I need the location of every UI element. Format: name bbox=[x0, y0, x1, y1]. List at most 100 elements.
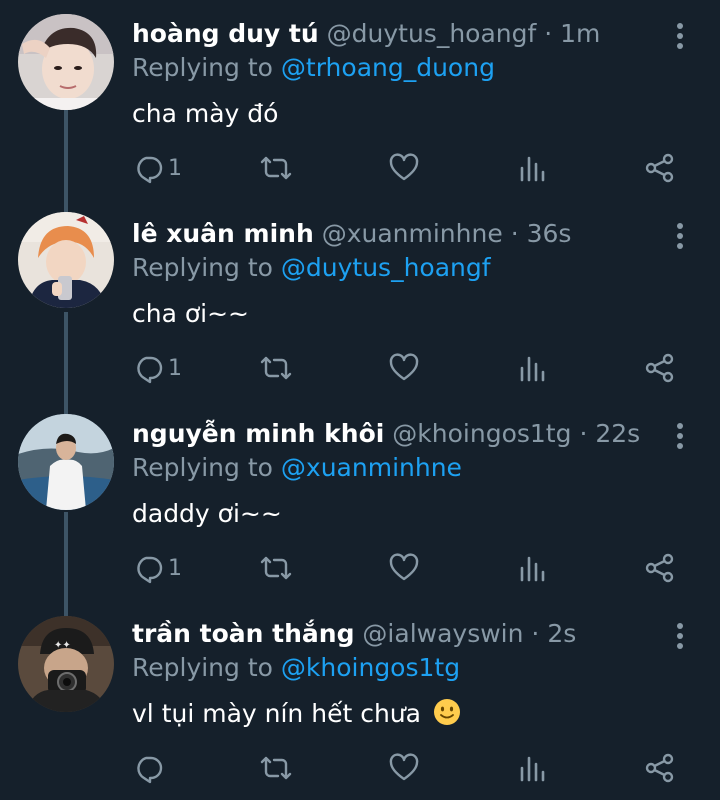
reply-count: 1 bbox=[168, 155, 182, 181]
analytics-icon bbox=[520, 156, 545, 182]
share-icon bbox=[645, 753, 674, 783]
retweet-icon bbox=[260, 756, 292, 780]
reply-icon bbox=[137, 156, 163, 184]
retweet-icon bbox=[260, 356, 292, 380]
retweet-icon bbox=[260, 156, 292, 180]
analytics-button[interactable] bbox=[518, 350, 546, 386]
replying-to-label: Replying to bbox=[132, 253, 273, 282]
replying-to-label: Replying to bbox=[132, 453, 273, 482]
mention-link[interactable]: @xuanminhne bbox=[281, 453, 462, 482]
share-button[interactable] bbox=[644, 550, 676, 586]
tweet-header: lê xuân minh @xuanminhne · 36s bbox=[132, 218, 660, 250]
like-button[interactable] bbox=[388, 150, 420, 186]
avatar-photo-icon: ✦✦ bbox=[18, 616, 114, 712]
action-bar bbox=[0, 750, 720, 786]
dot-separator: · bbox=[510, 219, 519, 248]
display-name[interactable]: hoàng duy tú bbox=[132, 19, 319, 48]
timestamp[interactable]: 36s bbox=[527, 219, 572, 248]
avatar[interactable] bbox=[18, 212, 114, 308]
analytics-button[interactable] bbox=[518, 750, 546, 786]
action-bar: 1 bbox=[0, 550, 720, 586]
more-options-icon[interactable] bbox=[668, 620, 692, 652]
replying-to-label: Replying to bbox=[132, 653, 273, 682]
reply-button[interactable]: 1 bbox=[132, 550, 182, 586]
display-name[interactable]: trần toàn thắng bbox=[132, 619, 354, 648]
timestamp[interactable]: 2s bbox=[547, 619, 576, 648]
replying-to: Replying to @khoingos1tg bbox=[132, 652, 460, 684]
retweet-button[interactable] bbox=[258, 750, 294, 786]
display-name[interactable]: lê xuân minh bbox=[132, 219, 314, 248]
tweet[interactable]: hoàng duy tú @duytus_hoangf · 1m Replyin… bbox=[0, 0, 720, 200]
like-button[interactable] bbox=[388, 550, 420, 586]
reply-count: 1 bbox=[168, 555, 182, 581]
reply-icon bbox=[137, 556, 163, 584]
user-handle[interactable]: @xuanminhne bbox=[322, 219, 503, 248]
more-options-icon[interactable] bbox=[668, 420, 692, 452]
dot-separator: · bbox=[544, 19, 553, 48]
reply-icon bbox=[137, 356, 163, 384]
share-icon bbox=[645, 553, 674, 583]
reply-button[interactable]: 1 bbox=[132, 150, 182, 186]
timestamp[interactable]: 22s bbox=[595, 419, 640, 448]
user-handle[interactable]: @duytus_hoangf bbox=[327, 19, 537, 48]
tweet-header: hoàng duy tú @duytus_hoangf · 1m bbox=[132, 18, 660, 50]
tweet-text-content: vl tụi mày nín hết chưa bbox=[132, 699, 421, 728]
replying-to: Replying to @duytus_hoangf bbox=[132, 252, 491, 284]
share-icon bbox=[645, 153, 674, 183]
analytics-button[interactable] bbox=[518, 550, 546, 586]
slightly-smiling-face-emoji-icon bbox=[433, 699, 460, 725]
avatar[interactable] bbox=[18, 414, 114, 510]
retweet-button[interactable] bbox=[258, 550, 294, 586]
user-handle[interactable]: @ialwayswin bbox=[362, 619, 523, 648]
like-button[interactable] bbox=[388, 350, 420, 386]
share-button[interactable] bbox=[644, 150, 676, 186]
mention-link[interactable]: @trhoang_duong bbox=[281, 53, 495, 82]
reply-count: 1 bbox=[168, 355, 182, 381]
avatar-photo-icon bbox=[18, 14, 114, 110]
more-options-icon[interactable] bbox=[668, 20, 692, 52]
avatar[interactable]: ✦✦ bbox=[18, 616, 114, 712]
like-icon bbox=[389, 553, 419, 581]
reply-button[interactable]: 1 bbox=[132, 350, 182, 386]
tweet[interactable]: lê xuân minh @xuanminhne · 36s Replying … bbox=[0, 200, 720, 400]
share-button[interactable] bbox=[644, 350, 676, 386]
share-icon bbox=[645, 353, 674, 383]
more-options-icon[interactable] bbox=[668, 220, 692, 252]
reply-thread: hoàng duy tú @duytus_hoangf · 1m Replyin… bbox=[0, 0, 720, 794]
tweet-text: cha mày đó bbox=[132, 99, 279, 128]
analytics-icon bbox=[520, 756, 545, 782]
timestamp[interactable]: 1m bbox=[560, 19, 600, 48]
mention-link[interactable]: @khoingos1tg bbox=[281, 653, 460, 682]
dot-separator: · bbox=[531, 619, 540, 648]
analytics-button[interactable] bbox=[518, 150, 546, 186]
tweet-text: cha ơi~~ bbox=[132, 299, 249, 328]
user-handle[interactable]: @khoingos1tg bbox=[392, 419, 571, 448]
tweet[interactable]: ✦✦ trần toàn thắng @ialwayswin · 2s Repl… bbox=[0, 600, 720, 800]
display-name[interactable]: nguyễn minh khôi bbox=[132, 419, 384, 448]
retweet-icon bbox=[260, 556, 292, 580]
analytics-icon bbox=[520, 356, 545, 382]
avatar[interactable] bbox=[18, 14, 114, 110]
analytics-icon bbox=[520, 556, 545, 582]
tweet[interactable]: nguyễn minh khôi @khoingos1tg · 22s Repl… bbox=[0, 400, 720, 600]
share-button[interactable] bbox=[644, 750, 676, 786]
mention-link[interactable]: @duytus_hoangf bbox=[281, 253, 491, 282]
dot-separator: · bbox=[579, 419, 588, 448]
replying-to: Replying to @trhoang_duong bbox=[132, 52, 495, 84]
avatar-photo-icon bbox=[18, 414, 114, 510]
replying-to: Replying to @xuanminhne bbox=[132, 452, 462, 484]
retweet-button[interactable] bbox=[258, 350, 294, 386]
action-bar: 1 bbox=[0, 150, 720, 186]
retweet-button[interactable] bbox=[258, 150, 294, 186]
tweet-header: nguyễn minh khôi @khoingos1tg · 22s bbox=[132, 418, 660, 450]
reply-icon bbox=[137, 756, 163, 784]
reply-button[interactable] bbox=[132, 750, 168, 786]
like-icon bbox=[389, 353, 419, 381]
like-icon bbox=[389, 753, 419, 781]
tweet-text: daddy ơi~~ bbox=[132, 499, 282, 528]
like-icon bbox=[389, 153, 419, 181]
action-bar: 1 bbox=[0, 350, 720, 386]
tweet-text: vl tụi mày nín hết chưa bbox=[132, 697, 461, 731]
like-button[interactable] bbox=[388, 750, 420, 786]
replying-to-label: Replying to bbox=[132, 53, 273, 82]
